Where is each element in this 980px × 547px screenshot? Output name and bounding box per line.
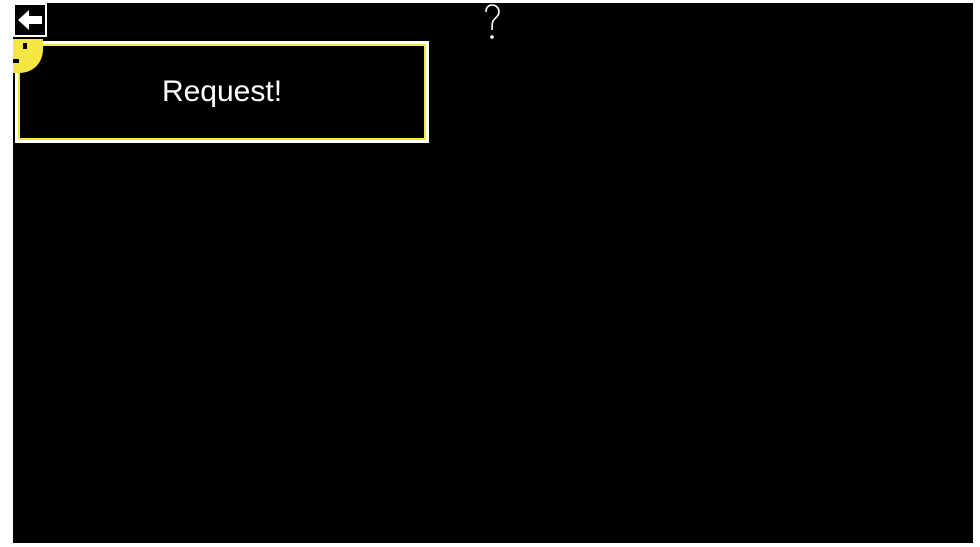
help-button[interactable] [479,3,505,43]
question-mark-icon [479,3,505,43]
left-arrow-icon [15,5,45,35]
request-button[interactable]: Request! [15,41,429,143]
app-screen: Request! [13,3,973,543]
smiley-icon [13,39,43,73]
back-button[interactable] [13,3,47,37]
request-button-label: Request! [161,75,283,108]
